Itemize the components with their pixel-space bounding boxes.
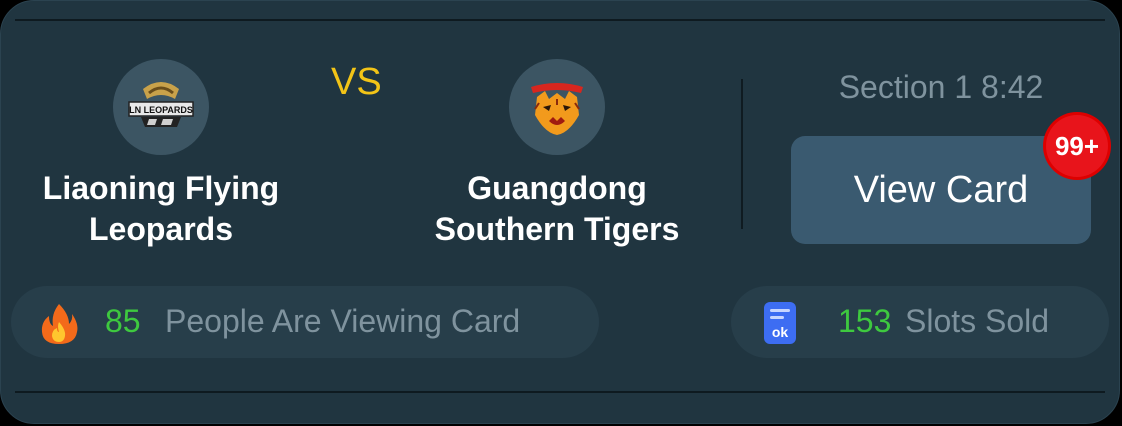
svg-text:ok: ok — [772, 324, 789, 340]
viewers-text: People Are Viewing Card — [165, 303, 521, 339]
notification-badge: 99+ — [1046, 115, 1108, 177]
tigers-logo-icon — [509, 59, 605, 155]
away-team-name-line1: Guangdong — [467, 170, 647, 206]
slots-text: Slots Sold — [905, 303, 1050, 339]
slots-pill: ok 153 Slots Sold — [731, 286, 1109, 358]
home-team-name-line2: Leopards — [88, 211, 234, 247]
bottom-divider — [15, 391, 1105, 393]
vs-label: VS — [331, 61, 382, 103]
home-team-name-line1: Liaoning Flying — [42, 170, 280, 206]
slots-count: 153 — [838, 303, 892, 339]
svg-text:LN LEOPARDS: LN LEOPARDS — [129, 105, 193, 115]
viewers-count: 85 — [105, 303, 141, 339]
viewers-pill: 85 People Are Viewing Card — [11, 286, 599, 358]
home-team-name: Liaoning Flying Leopards — [11, 168, 311, 250]
fire-icon — [39, 302, 79, 351]
vertical-divider — [741, 79, 743, 229]
section-time: Section 1 8:42 — [838, 69, 1044, 105]
leopards-logo-icon: LN LEOPARDS — [113, 59, 209, 155]
away-team-name: Guangdong Southern Tigers — [393, 168, 721, 250]
top-divider — [15, 19, 1105, 21]
away-team-name-line2: Southern Tigers — [434, 211, 680, 247]
match-card: LN LEOPARDS Liaoning Flying Leopards VS … — [0, 0, 1120, 424]
ticket-icon: ok — [763, 301, 797, 350]
